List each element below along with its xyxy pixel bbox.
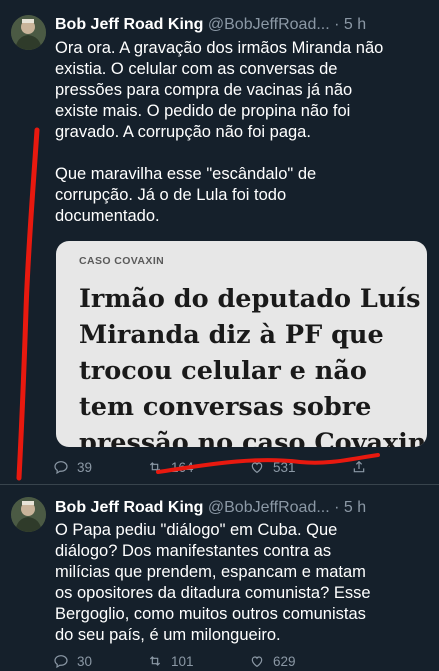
author-handle[interactable]: @BobJeffRoad... [208, 499, 330, 516]
retweet-button[interactable]: 164 [147, 459, 194, 475]
tweet-1[interactable]: Bob Jeff Road King @BobJeffRoad... · 5 h… [0, 0, 439, 484]
reply-icon [53, 653, 69, 669]
tweet-actions: 39 164 531 [53, 459, 383, 477]
tweet-header: Bob Jeff Road King @BobJeffRoad... · 5 h [55, 497, 435, 519]
text-line: gravado. A corrupção não foi paga. [55, 122, 430, 143]
headline-line: trocou celular e não [79, 353, 419, 389]
text-line: pressões para compra de vacinas já não [55, 80, 430, 101]
author-handle[interactable]: @BobJeffRoad... [208, 16, 330, 33]
headline-line: Irmão do deputado Luís [79, 281, 419, 317]
like-count: 629 [273, 654, 296, 669]
headline-line: pressão no caso Covaxin [79, 425, 419, 447]
tweet-header: Bob Jeff Road King @BobJeffRoad... · 5 h [55, 14, 435, 36]
tweet-time[interactable]: · 5 h [334, 16, 366, 33]
author-name[interactable]: Bob Jeff Road King [55, 16, 203, 33]
retweet-count: 101 [171, 654, 194, 669]
avatar-image [11, 15, 46, 50]
retweet-icon [147, 459, 163, 475]
reply-count: 39 [77, 460, 92, 475]
text-line: existia. O celular com as conversas de [55, 59, 430, 80]
reply-count: 30 [77, 654, 92, 669]
headline-line: tem conversas sobre [79, 389, 419, 425]
card-kicker: CASO COVAXIN [79, 255, 164, 267]
tweet-time[interactable]: · 5 h [334, 499, 366, 516]
like-button[interactable]: 629 [249, 653, 296, 669]
like-icon [249, 653, 265, 669]
headline-line: Miranda diz à PF que [79, 317, 419, 353]
share-button[interactable] [351, 459, 367, 475]
author-name[interactable]: Bob Jeff Road King [55, 499, 203, 516]
text-line: existe mais. O pedido de propina não foi [55, 101, 430, 122]
text-line: os opositores da ditadura comunista? Ess… [55, 583, 430, 604]
like-icon [249, 459, 265, 475]
avatar[interactable] [11, 497, 46, 532]
retweet-icon [147, 653, 163, 669]
reply-button[interactable]: 39 [53, 459, 92, 475]
reply-button[interactable]: 30 [53, 653, 92, 669]
tweet-text: Ora ora. A gravação dos irmãos Miranda n… [55, 38, 430, 227]
text-line: diálogo? Dos manifestantes contra as [55, 541, 430, 562]
share-icon [351, 459, 367, 475]
like-count: 531 [273, 460, 296, 475]
text-line: Ora ora. A gravação dos irmãos Miranda n… [55, 38, 430, 59]
retweet-button[interactable]: 101 [147, 653, 194, 669]
text-line: documentado. [55, 206, 430, 227]
reply-icon [53, 459, 69, 475]
text-line: milícias que prendem, espancam e matam [55, 562, 430, 583]
like-button[interactable]: 531 [249, 459, 296, 475]
tweet-2[interactable]: Bob Jeff Road King @BobJeffRoad... · 5 h… [0, 485, 439, 664]
retweet-count: 164 [171, 460, 194, 475]
text-line: O Papa pediu "diálogo" em Cuba. Que [55, 520, 430, 541]
text-line: corrupção. Já o de Lula foi todo [55, 185, 430, 206]
card-headline: Irmão do deputado Luís Miranda diz à PF … [79, 281, 419, 447]
tweet-actions: 30 101 629 [53, 653, 383, 671]
avatar-image [11, 497, 46, 532]
tweet-text: O Papa pediu "diálogo" em Cuba. Que diál… [55, 520, 430, 646]
link-card[interactable]: CASO COVAXIN Irmão do deputado Luís Mira… [56, 241, 427, 447]
avatar[interactable] [11, 15, 46, 50]
text-line: Bergoglio, como muitos outros comunistas [55, 604, 430, 625]
text-line: do seu país, é um milongueiro. [55, 625, 430, 646]
text-line: Que maravilha esse "escândalo" de [55, 164, 430, 185]
